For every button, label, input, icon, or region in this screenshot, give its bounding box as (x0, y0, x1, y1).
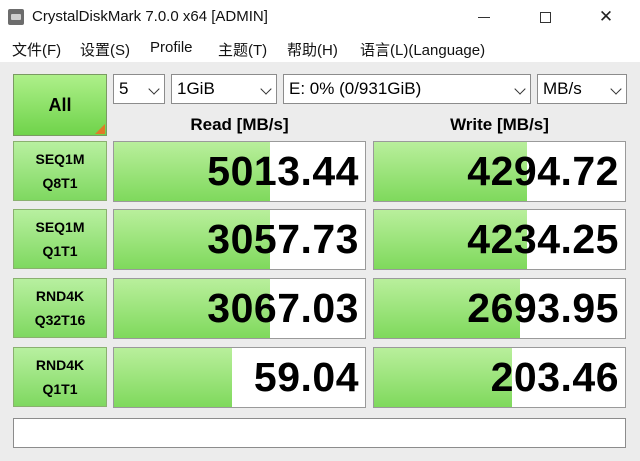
write-value: 2693.95 (467, 285, 619, 331)
size-value: 1GiB (177, 79, 215, 98)
read-bar (114, 348, 232, 407)
test-name: SEQ1M (35, 219, 85, 235)
test-param: Q1T1 (42, 381, 78, 397)
minimize-icon (478, 16, 490, 18)
drive-value: E: 0% (0/931GiB) (289, 79, 422, 98)
write-value: 4234.25 (467, 216, 619, 262)
chevron-down-icon (148, 83, 160, 95)
write-result: 2693.95 (373, 278, 626, 339)
menu-file[interactable]: 文件(F) (12, 39, 61, 60)
menu-help[interactable]: 帮助(H) (287, 39, 338, 60)
test-param: Q8T1 (42, 175, 78, 191)
all-label: All (48, 94, 72, 115)
close-icon: ✕ (598, 7, 614, 26)
size-select[interactable]: 1GiB (171, 74, 277, 104)
write-value: 4294.72 (467, 148, 619, 194)
chevron-down-icon (514, 83, 526, 95)
read-value: 3067.03 (207, 285, 359, 331)
read-result: 59.04 (113, 347, 366, 408)
menu-settings[interactable]: 设置(S) (80, 39, 130, 60)
test-name: SEQ1M (35, 151, 85, 167)
unit-select[interactable]: MB/s (537, 74, 627, 104)
read-value: 59.04 (253, 354, 359, 400)
read-result: 3067.03 (113, 278, 366, 339)
menu-bar: 文件(F) 设置(S) Profile 主题(T) 帮助(H) 语言(L)(La… (0, 36, 640, 60)
test-button-seq1m-q8t1[interactable]: SEQ1M Q8T1 (13, 141, 107, 201)
all-button[interactable]: All (13, 74, 107, 136)
count-select[interactable]: 5 (113, 74, 165, 104)
window-title: CrystalDiskMark 7.0.0 x64 [ADMIN] (32, 8, 268, 25)
test-button-seq1m-q1t1[interactable]: SEQ1M Q1T1 (13, 209, 107, 269)
read-header: Read [MB/s] (190, 115, 289, 134)
corner-marker (95, 124, 105, 134)
unit-value: MB/s (543, 79, 582, 98)
chevron-down-icon (610, 83, 622, 95)
test-button-rnd4k-q32t16[interactable]: RND4K Q32T16 (13, 278, 107, 338)
minimize-button[interactable] (455, 0, 513, 34)
write-header: Write [MB/s] (450, 115, 549, 134)
close-button[interactable]: ✕ (577, 0, 635, 34)
write-result: 203.46 (373, 347, 626, 408)
read-value: 3057.73 (207, 216, 359, 262)
write-result: 4234.25 (373, 209, 626, 270)
read-result: 3057.73 (113, 209, 366, 270)
read-value: 5013.44 (207, 148, 359, 194)
test-param: Q1T1 (42, 243, 78, 259)
app-icon (8, 9, 24, 25)
drive-select[interactable]: E: 0% (0/931GiB) (283, 74, 531, 104)
write-result: 4294.72 (373, 141, 626, 202)
test-name: RND4K (35, 288, 85, 304)
menu-language[interactable]: 语言(L)(Language) (360, 39, 485, 60)
test-param: Q32T16 (34, 312, 86, 328)
title-bar: CrystalDiskMark 7.0.0 x64 [ADMIN] ✕ (0, 0, 640, 34)
maximize-icon (539, 11, 551, 23)
chevron-down-icon (260, 83, 272, 95)
read-result: 5013.44 (113, 141, 366, 202)
write-value: 203.46 (490, 354, 619, 400)
maximize-button[interactable] (516, 0, 574, 34)
count-value: 5 (119, 79, 129, 98)
menu-profile[interactable]: Profile (150, 39, 193, 56)
test-button-rnd4k-q1t1[interactable]: RND4K Q1T1 (13, 347, 107, 407)
comment-field[interactable] (13, 418, 626, 448)
menu-theme[interactable]: 主题(T) (218, 39, 267, 60)
test-name: RND4K (35, 357, 85, 373)
